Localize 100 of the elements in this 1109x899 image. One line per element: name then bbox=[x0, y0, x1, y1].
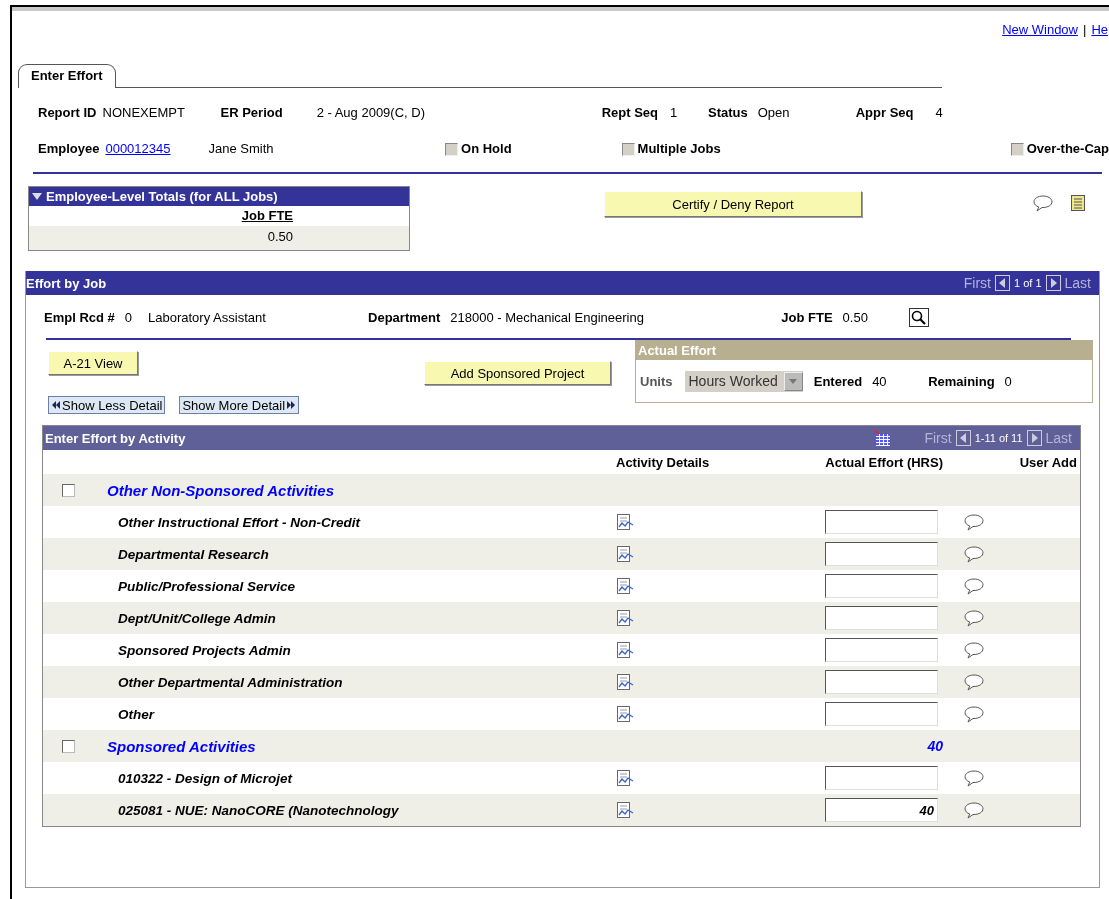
field-value: 4 bbox=[935, 104, 943, 120]
header-link[interactable]: He bbox=[1091, 21, 1108, 37]
column-header: Activity Details bbox=[616, 454, 711, 470]
field-label: Units bbox=[640, 373, 673, 389]
effort-field[interactable] bbox=[825, 638, 938, 662]
activity-name: Dept/Unit/College Admin bbox=[117, 610, 276, 626]
details-icon[interactable] bbox=[616, 641, 634, 659]
column-header: User Add bbox=[1019, 454, 1077, 470]
field-value: 0 bbox=[1004, 373, 1012, 389]
previous-icon[interactable] bbox=[955, 430, 971, 446]
notes-icon[interactable] bbox=[1070, 194, 1086, 212]
table-cell: 0.50 bbox=[267, 229, 293, 244]
group-title: Sponsored Activities bbox=[107, 737, 257, 755]
field-label: Employee bbox=[38, 140, 100, 156]
collapse-icon[interactable] bbox=[32, 193, 42, 200]
field-value: NONEXEMPT bbox=[102, 104, 186, 120]
employee-name: Jane Smith bbox=[208, 140, 275, 156]
effort-field[interactable] bbox=[825, 510, 938, 534]
link-separator: | bbox=[1083, 21, 1087, 37]
search-icon[interactable] bbox=[908, 307, 929, 327]
job-title: Laboratory Assistant bbox=[148, 309, 267, 325]
details-icon[interactable] bbox=[616, 545, 634, 563]
add-project-button[interactable]: Add Sponsored Project bbox=[424, 361, 611, 385]
field-label: Rept Seq bbox=[601, 104, 658, 120]
effort-field[interactable]: 40 bbox=[825, 798, 938, 822]
dropdown-arrow-icon bbox=[788, 377, 799, 385]
row-checkbox[interactable] bbox=[62, 739, 75, 753]
next-icon[interactable] bbox=[1045, 275, 1061, 291]
comment-icon[interactable] bbox=[964, 641, 985, 659]
field-label: Remaining bbox=[928, 373, 995, 389]
group-total: 40 bbox=[927, 738, 943, 754]
panel-title: Actual Effort bbox=[636, 341, 1092, 360]
activity-name: Sponsored Projects Admin bbox=[117, 642, 291, 658]
field-label: Entered bbox=[813, 373, 863, 389]
details-icon[interactable] bbox=[616, 577, 634, 595]
show-less-button[interactable]: Show Less Detail bbox=[48, 396, 166, 414]
field-value: 218000 - Mechanical Engineering bbox=[450, 309, 645, 325]
field-value: 2 - Aug 2009(C, D) bbox=[316, 104, 426, 120]
previous-icon[interactable] bbox=[995, 275, 1010, 291]
details-icon[interactable] bbox=[616, 801, 634, 819]
tab[interactable]: Enter Effort bbox=[18, 64, 116, 88]
show-more-button[interactable]: Show More Detail bbox=[179, 396, 300, 414]
field-value: 0 bbox=[124, 309, 133, 325]
units-dropdown[interactable]: Hours Worked bbox=[684, 370, 803, 392]
panel-title: Employee-Level Totals (for ALL Jobs) bbox=[46, 189, 278, 204]
field-value: 40 bbox=[872, 373, 888, 389]
first-link[interactable]: First bbox=[963, 275, 991, 291]
details-icon[interactable] bbox=[616, 769, 634, 787]
activity-name: Other Instructional Effort - Non-Credit bbox=[117, 514, 360, 530]
activity-name: 010322 - Design of Microjet bbox=[117, 770, 293, 786]
effort-field[interactable] bbox=[825, 702, 938, 726]
activity-name: Other Departmental Administration bbox=[117, 674, 343, 690]
checkbox-label: Over-the-Cap bbox=[1026, 140, 1109, 156]
comment-icon[interactable] bbox=[964, 513, 985, 531]
details-icon[interactable] bbox=[616, 705, 634, 723]
column-header: Job FTE bbox=[241, 208, 293, 223]
grid-icon[interactable] bbox=[874, 430, 892, 446]
column-header: Actual Effort (HRS) bbox=[825, 454, 943, 470]
activity-name: 025081 - NUE: NanoCORE (Nanotechnology bbox=[117, 802, 399, 818]
field-value: 0.50 bbox=[842, 309, 869, 325]
activity-name: Public/Professional Service bbox=[117, 578, 296, 594]
employee-link[interactable]: 000012345 bbox=[105, 140, 171, 156]
effort-field[interactable] bbox=[825, 574, 938, 598]
effort-field[interactable] bbox=[825, 670, 938, 694]
checkbox[interactable] bbox=[445, 142, 459, 156]
comment-icon[interactable] bbox=[964, 545, 985, 563]
effort-field[interactable] bbox=[825, 606, 938, 630]
comment-icon[interactable] bbox=[964, 673, 985, 691]
checkbox-label: Multiple Jobs bbox=[637, 140, 721, 156]
comment-icon[interactable] bbox=[964, 609, 985, 627]
details-icon[interactable] bbox=[616, 673, 634, 691]
header-link[interactable]: New Window bbox=[1002, 21, 1078, 37]
comment-icon[interactable] bbox=[1033, 194, 1054, 212]
a21-view-button[interactable]: A-21 View bbox=[48, 351, 138, 375]
page-count: 1-11 of 11 bbox=[974, 432, 1023, 444]
field-value: Open bbox=[757, 104, 791, 120]
field-label: Appr Seq bbox=[855, 104, 914, 120]
field-label: Status bbox=[707, 104, 748, 120]
group-title: Other Non-Sponsored Activities bbox=[107, 481, 335, 499]
checkbox[interactable] bbox=[621, 142, 635, 156]
comment-icon[interactable] bbox=[964, 577, 985, 595]
comment-icon[interactable] bbox=[964, 801, 985, 819]
details-icon[interactable] bbox=[616, 513, 634, 531]
field-value: 1 bbox=[669, 104, 679, 120]
table-title: Enter Effort by Activity bbox=[45, 430, 186, 446]
certify-button[interactable]: Certify / Deny Report bbox=[604, 191, 862, 217]
rewind-icon bbox=[51, 400, 61, 410]
effort-field[interactable] bbox=[825, 542, 938, 566]
details-icon[interactable] bbox=[616, 609, 634, 627]
row-checkbox[interactable] bbox=[62, 483, 75, 497]
comment-icon[interactable] bbox=[964, 769, 985, 787]
page-count: 1 of 1 bbox=[1014, 277, 1042, 289]
activity-name: Other bbox=[117, 706, 154, 722]
field-label: ER Period bbox=[220, 104, 283, 120]
checkbox[interactable] bbox=[1010, 142, 1024, 156]
effort-field[interactable] bbox=[825, 766, 938, 790]
comment-icon[interactable] bbox=[964, 705, 985, 723]
last-link[interactable]: Last bbox=[1064, 275, 1091, 291]
next-icon[interactable] bbox=[1026, 430, 1042, 446]
field-label: Empl Rcd # bbox=[44, 309, 115, 325]
